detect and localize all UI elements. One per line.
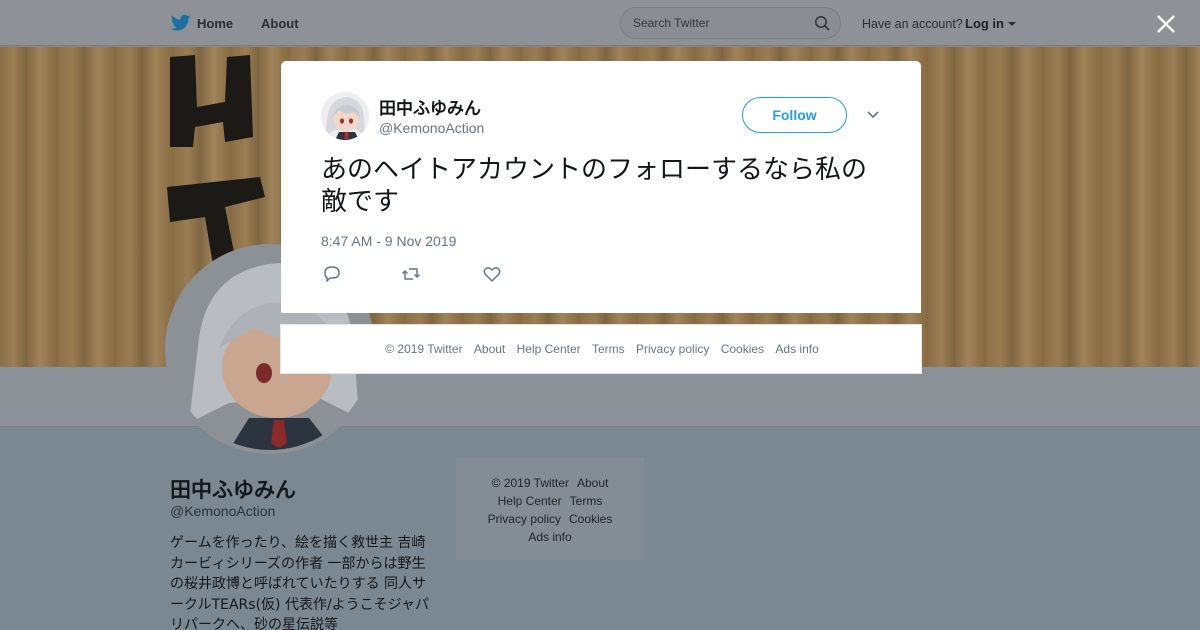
twitter-bird-icon[interactable] [171, 14, 191, 32]
avatar-illustration [321, 92, 369, 140]
close-icon[interactable] [1156, 14, 1176, 34]
search-icon[interactable] [814, 15, 830, 31]
tweet-author-name[interactable]: 田中ふゆみん [379, 94, 481, 119]
footer-copyright: © 2019 Twitter [491, 476, 569, 490]
footer-cookies-link[interactable]: Cookies [569, 512, 612, 526]
chevron-down-icon[interactable] [866, 110, 880, 120]
profile-bio: ゲームを作ったり、絵を描く救世主 吉崎カービィシリーズの作者 一部からは野生の桜… [170, 535, 429, 630]
tweet-timestamp[interactable]: 8:47 AM - 9 Nov 2019 [321, 233, 456, 249]
footer-copyright: © 2019 Twitter [385, 342, 463, 356]
nav-home-link[interactable]: Home [197, 16, 233, 31]
retweet-icon[interactable] [401, 264, 421, 284]
footer-help-center-link[interactable]: Help Center [517, 342, 581, 356]
profile-name: 田中ふゆみん [170, 478, 296, 502]
footer-about-link[interactable]: About [577, 476, 608, 490]
footer-cookies-link[interactable]: Cookies [721, 342, 764, 356]
tweet-author-handle[interactable]: @KemonoAction [379, 120, 484, 136]
footer-privacy-link[interactable]: Privacy policy [488, 512, 561, 526]
account-prompt: Have an account? [862, 17, 963, 31]
login-link[interactable]: Log in [965, 16, 1004, 31]
search-input[interactable] [633, 16, 813, 30]
modal-footer: © 2019 Twitter About Help Center Terms P… [280, 324, 922, 374]
caret-down-icon[interactable] [1008, 22, 1016, 26]
sidebar-footer: © 2019 Twitter About Help Center Terms Pri… [456, 458, 644, 560]
footer-ads-info-link[interactable]: Ads info [528, 530, 571, 544]
tweet-modal: 田中ふゆみん @KemonoAction Follow あのヘイトアカウントのフ… [281, 61, 921, 313]
top-navigation-bar: Home About Have an account? Log in [0, 0, 1200, 46]
follow-button[interactable]: Follow [742, 97, 847, 133]
footer-about-link[interactable]: About [474, 342, 505, 356]
footer-terms-link[interactable]: Terms [570, 494, 603, 508]
reply-icon[interactable] [322, 264, 342, 284]
footer-privacy-link[interactable]: Privacy policy [636, 342, 709, 356]
footer-terms-link[interactable]: Terms [592, 342, 625, 356]
tweet-author-avatar[interactable] [321, 92, 369, 140]
nav-about-link[interactable]: About [261, 16, 299, 31]
footer-help-center-link[interactable]: Help Center [498, 494, 562, 508]
heart-icon[interactable] [482, 264, 502, 284]
profile-handle[interactable]: @KemonoAction [170, 503, 275, 519]
tweet-text: あのヘイトアカウントのフォローするなら私の敵です [321, 155, 868, 217]
footer-ads-info-link[interactable]: Ads info [775, 342, 818, 356]
search-box[interactable] [620, 7, 841, 39]
